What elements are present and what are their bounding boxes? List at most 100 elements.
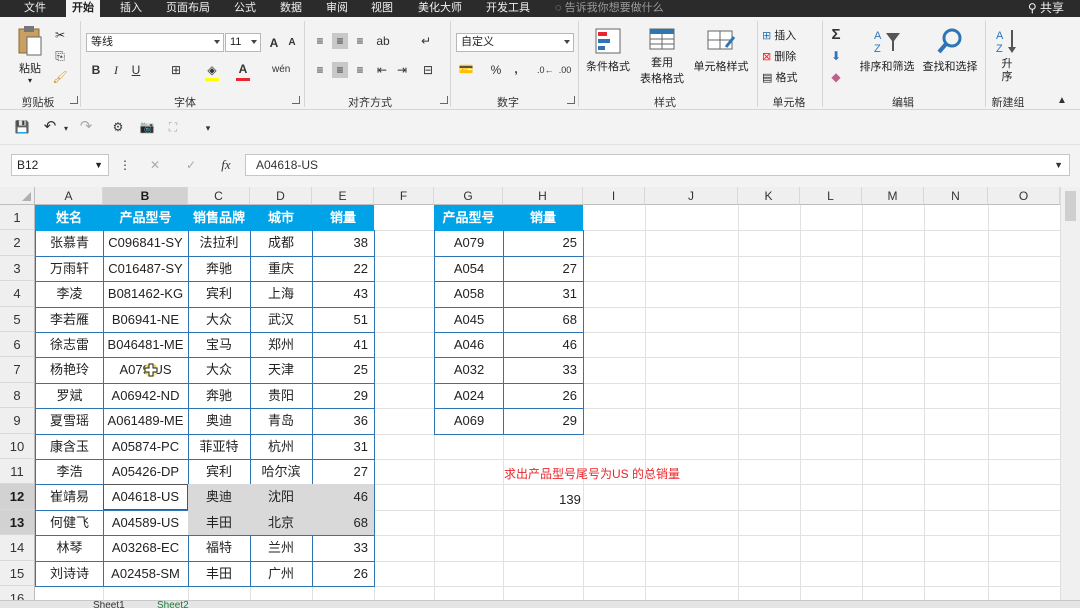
table1-cell[interactable]: C096841-SY [103, 230, 189, 257]
row-header-12[interactable]: 12 [0, 484, 35, 510]
number-launcher-icon[interactable] [567, 96, 575, 104]
table1-cell[interactable]: A04589-US [103, 510, 189, 536]
orientation-icon[interactable]: ab [375, 33, 391, 49]
table1-cell[interactable]: 林琴 [35, 535, 104, 562]
table1-cell[interactable]: 康含玉 [35, 434, 104, 460]
table2-cell[interactable]: A032 [434, 357, 504, 384]
align-left-icon[interactable]: ≡ [312, 62, 328, 78]
tab-developer[interactable]: 开发工具 [480, 0, 536, 17]
shrink-font-icon[interactable]: A [284, 35, 300, 51]
customize-qat-icon[interactable]: ▾ [200, 120, 216, 136]
table1-cell[interactable]: B046481-ME [103, 332, 189, 358]
table1-cell[interactable]: 奥迪 [188, 484, 251, 511]
increase-decimal-icon[interactable]: .0← [537, 62, 554, 78]
clipboard-launcher-icon[interactable] [70, 96, 78, 104]
column-header-h[interactable]: H [503, 187, 583, 205]
column-header-m[interactable]: M [862, 187, 924, 205]
table2-cell[interactable]: 31 [503, 281, 584, 308]
column-header-c[interactable]: C [188, 187, 250, 205]
align-middle-icon[interactable]: ≡ [332, 33, 348, 49]
table1-cell[interactable]: 奔驰 [188, 256, 251, 282]
table1-cell[interactable]: 张慕青 [35, 230, 104, 257]
sort-filter-button[interactable]: AZ 排序和筛选 [857, 27, 917, 87]
row-header-4[interactable]: 4 [0, 281, 35, 307]
result-cell[interactable]: 139 [540, 487, 600, 512]
table1-cell[interactable]: 北京 [250, 510, 313, 536]
table1-cell[interactable]: 罗斌 [35, 383, 104, 409]
save-icon[interactable]: 💾 [14, 119, 30, 135]
table1-cell[interactable]: 成都 [250, 230, 313, 257]
name-box-dropdown-icon[interactable]: ▼ [94, 155, 103, 175]
table1-cell[interactable]: 51 [312, 307, 375, 333]
table2-cell[interactable]: 25 [503, 230, 584, 257]
insert-function-button[interactable]: fx [218, 157, 234, 173]
tab-review[interactable]: 审阅 [320, 0, 354, 17]
table1-cell[interactable]: 沈阳 [250, 484, 313, 511]
align-top-icon[interactable]: ≡ [312, 33, 328, 49]
table1-cell[interactable]: 27 [312, 459, 375, 485]
formula-input[interactable]: A04618-US ▼ [245, 154, 1070, 176]
table1-cell[interactable]: A02458-SM [103, 561, 189, 587]
alignment-launcher-icon[interactable] [440, 96, 448, 104]
percent-button[interactable]: % [488, 62, 504, 78]
table1-cell[interactable]: 宾利 [188, 281, 251, 308]
table1-cell[interactable]: 天津 [250, 357, 313, 384]
row-header-14[interactable]: 14 [0, 535, 35, 561]
table1-cell[interactable]: 31 [312, 434, 375, 460]
number-format-dropdown[interactable]: 自定义 [456, 33, 574, 52]
row-header-5[interactable]: 5 [0, 307, 35, 332]
tab-file[interactable]: 文件 [18, 0, 52, 17]
table2-cell[interactable]: A079 [434, 230, 504, 257]
scroll-thumb[interactable] [1065, 191, 1076, 221]
tab-data[interactable]: 数据 [274, 0, 308, 17]
table1-cell[interactable]: 29 [312, 383, 375, 409]
borders-icon[interactable]: ⊞ [168, 62, 184, 78]
camera-group-icon[interactable]: ⚙ [110, 119, 126, 135]
column-header-f[interactable]: F [374, 187, 434, 205]
table1-cell[interactable]: 大众 [188, 307, 251, 333]
sheet-tab-1[interactable]: Sheet1 [93, 601, 125, 608]
more-icon[interactable]: ⋮ [117, 157, 133, 173]
undo-icon[interactable]: ↶ [42, 119, 58, 135]
table2-cell[interactable]: A046 [434, 332, 504, 358]
row-header-13[interactable]: 13 [0, 510, 35, 535]
autosum-icon[interactable]: Σ [828, 27, 844, 43]
collapse-ribbon-icon[interactable]: ▲ [1054, 93, 1070, 109]
table1-cell[interactable]: 丰田 [188, 561, 251, 587]
table1-cell[interactable]: 万雨轩 [35, 256, 104, 282]
insert-cells-button[interactable]: ⊞ 插入 [762, 27, 814, 43]
table1-cell[interactable]: 兰州 [250, 535, 313, 562]
table1-cell[interactable]: 李浩 [35, 459, 104, 485]
table1-cell[interactable]: 武汉 [250, 307, 313, 333]
font-size-dropdown[interactable]: 11 [225, 33, 261, 52]
table2-cell[interactable]: 33 [503, 357, 584, 384]
table2-cell[interactable]: A045 [434, 307, 504, 333]
table1-cell[interactable]: A06942-ND [103, 383, 189, 409]
wrap-text-icon[interactable]: ↵ [418, 33, 434, 49]
cancel-formula-button[interactable]: ✕ [147, 157, 163, 173]
table2-cell[interactable]: 68 [503, 307, 584, 333]
align-bottom-icon[interactable]: ≡ [352, 33, 368, 49]
decrease-indent-icon[interactable]: ⇤ [374, 62, 390, 78]
table2-cell[interactable]: A054 [434, 256, 504, 282]
table1-cell[interactable]: B081462-KG [103, 281, 189, 308]
table1-header-cell[interactable]: 销量 [312, 205, 375, 231]
table1-cell[interactable]: 重庆 [250, 256, 313, 282]
table1-cell[interactable]: A05874-PC [103, 434, 189, 460]
cut-icon[interactable]: ✂ [52, 27, 68, 43]
font-launcher-icon[interactable] [292, 96, 300, 104]
table1-cell[interactable]: A04618-US [103, 484, 189, 511]
table1-cell[interactable]: 菲亚特 [188, 434, 251, 460]
select-all-corner[interactable] [0, 187, 35, 205]
expand-formula-icon[interactable]: ▼ [1054, 155, 1063, 175]
worksheet-grid[interactable]: ABCDEFGHIJKLMNO 1 2 3 4 5 6 7 8 9 10 11 12 13 14 15 16 … [0, 187, 1060, 608]
find-select-button[interactable]: 查找和选择 [919, 27, 981, 87]
sort-ascending-button[interactable]: AZ 升序 [992, 27, 1022, 87]
undo-dropdown-icon[interactable]: ▾ [58, 121, 74, 137]
copy-icon[interactable]: ⎘ [52, 48, 68, 64]
table1-cell[interactable]: 郑州 [250, 332, 313, 358]
table1-cell[interactable]: 李若雁 [35, 307, 104, 333]
fill-color-icon[interactable]: ◈ [204, 62, 220, 78]
table2-header-cell[interactable]: 销量 [503, 205, 584, 231]
table1-cell[interactable]: 宾利 [188, 459, 251, 485]
